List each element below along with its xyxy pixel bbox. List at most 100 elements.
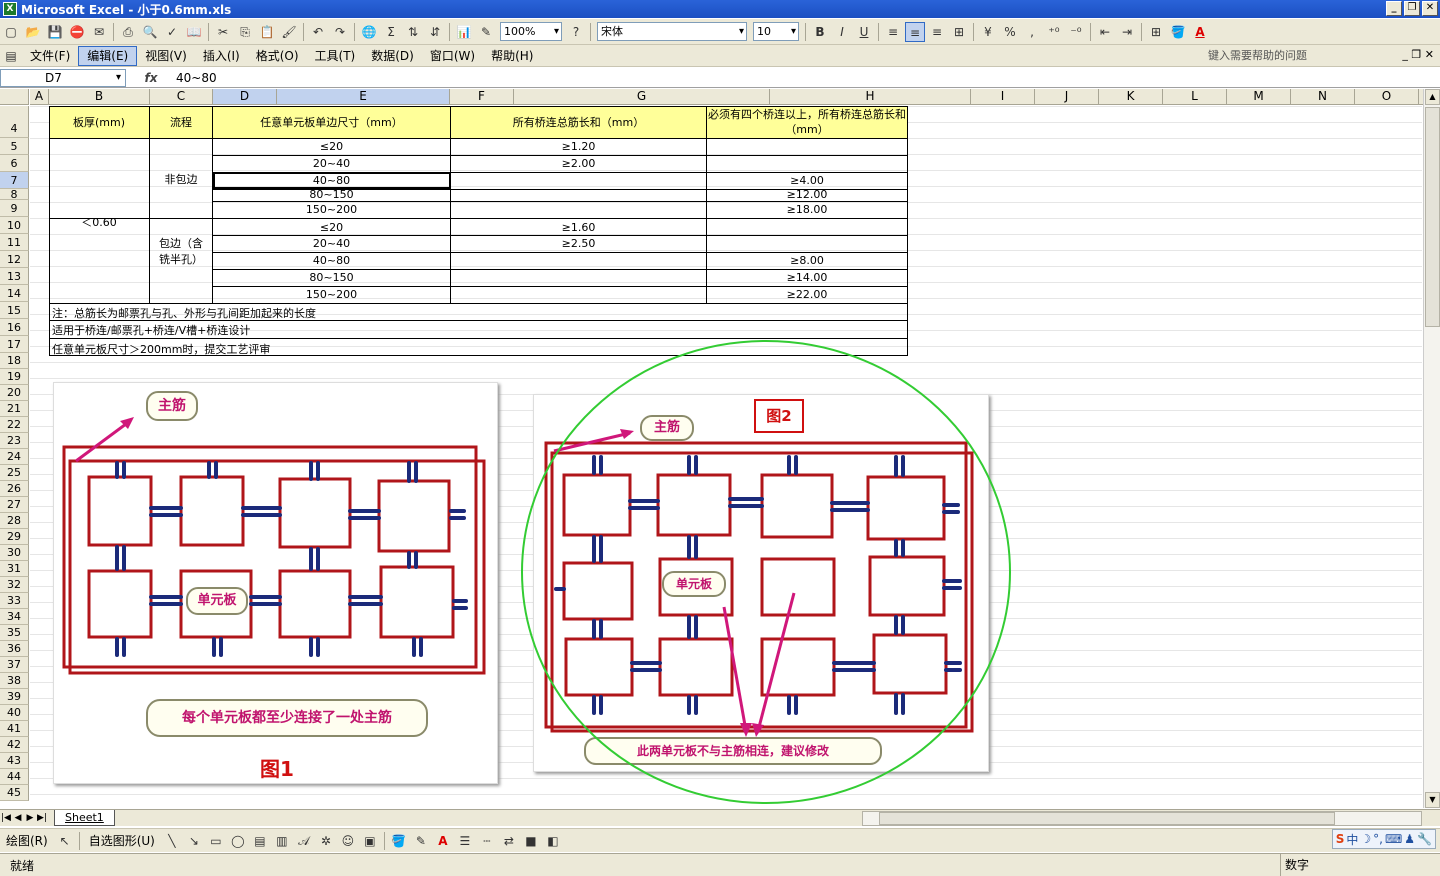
- vertical-textbox-icon[interactable]: ▥: [272, 831, 292, 851]
- italic-button[interactable]: I: [832, 22, 852, 42]
- format-painter-icon[interactable]: 🖌: [279, 22, 299, 42]
- font-color-icon[interactable]: A: [1190, 22, 1210, 42]
- undo-icon[interactable]: ↶: [308, 22, 328, 42]
- picture-icon[interactable]: ▣: [360, 831, 380, 851]
- ime-user-icon[interactable]: ♟: [1404, 832, 1415, 846]
- menu-insert[interactable]: 插入(I): [195, 47, 248, 65]
- row-header-42[interactable]: 42: [0, 737, 29, 753]
- vertical-scrollbar[interactable]: ▲ ▼: [1423, 89, 1440, 808]
- column-header-l[interactable]: L: [1163, 89, 1227, 105]
- autosum-icon[interactable]: Σ: [381, 22, 401, 42]
- horizontal-scrollbar[interactable]: [862, 811, 1422, 826]
- row-header-32[interactable]: 32: [0, 577, 29, 593]
- row-header-30[interactable]: 30: [0, 545, 29, 561]
- ime-logo-icon[interactable]: S: [1336, 832, 1345, 846]
- font-name-select[interactable]: 宋体: [597, 22, 747, 41]
- menu-edit[interactable]: 编辑(E): [78, 45, 138, 66]
- row-header-25[interactable]: 25: [0, 465, 29, 481]
- row-header-12[interactable]: 12: [0, 251, 29, 268]
- arrow-icon[interactable]: ↘: [184, 831, 204, 851]
- permission-icon[interactable]: ⛔: [67, 22, 87, 42]
- row-header-6[interactable]: 6: [0, 155, 29, 172]
- select-all-corner[interactable]: [0, 89, 29, 105]
- formula-input[interactable]: 40~80: [176, 71, 217, 85]
- arrow-style-icon[interactable]: ⇄: [499, 831, 519, 851]
- ime-punct-toggle[interactable]: °,: [1373, 832, 1383, 846]
- line-style-icon[interactable]: ☰: [455, 831, 475, 851]
- rectangle-icon[interactable]: ▭: [206, 831, 226, 851]
- fx-icon[interactable]: fx: [126, 71, 176, 85]
- vertical-scroll-thumb[interactable]: [1425, 107, 1440, 327]
- row-header-33[interactable]: 33: [0, 593, 29, 609]
- menu-tools[interactable]: 工具(T): [307, 47, 364, 65]
- merge-center-icon[interactable]: ⊞: [949, 22, 969, 42]
- currency-icon[interactable]: ¥: [978, 22, 998, 42]
- clipart-icon[interactable]: ☺: [338, 831, 358, 851]
- print-icon[interactable]: ⎙: [118, 22, 138, 42]
- align-center-icon[interactable]: ≡: [905, 21, 925, 42]
- underline-button[interactable]: U: [854, 22, 874, 42]
- column-header-a[interactable]: A: [30, 89, 49, 105]
- scroll-up-arrow[interactable]: ▲: [1425, 89, 1440, 105]
- drawing-icon[interactable]: ✎: [476, 22, 496, 42]
- comma-button[interactable]: ,: [1022, 22, 1042, 42]
- menu-help[interactable]: 帮助(H): [483, 47, 541, 65]
- column-header-c[interactable]: C: [150, 89, 213, 105]
- row-header-31[interactable]: 31: [0, 561, 29, 577]
- row-header-18[interactable]: 18: [0, 353, 29, 369]
- menu-file[interactable]: 文件(F): [22, 47, 78, 65]
- sheet-tab-sheet1[interactable]: Sheet1: [54, 810, 115, 826]
- next-sheet-icon[interactable]: ▶: [24, 813, 36, 823]
- row-header-13[interactable]: 13: [0, 268, 29, 285]
- doc-window-controls[interactable]: _ ❐ ✕: [1402, 48, 1434, 61]
- row-header-16[interactable]: 16: [0, 319, 29, 336]
- zoom-select[interactable]: 100%: [500, 22, 562, 41]
- 3d-icon[interactable]: ◧: [543, 831, 563, 851]
- row-header-36[interactable]: 36: [0, 641, 29, 657]
- minimize-button[interactable]: _: [1386, 1, 1402, 16]
- paste-icon[interactable]: 📋: [257, 22, 277, 42]
- row-header-38[interactable]: 38: [0, 673, 29, 689]
- column-header-b[interactable]: B: [49, 89, 150, 105]
- row-header-22[interactable]: 22: [0, 417, 29, 433]
- cut-icon[interactable]: ✂: [213, 22, 233, 42]
- menu-format[interactable]: 格式(O): [248, 47, 307, 65]
- green-circle-annotation[interactable]: [520, 338, 1016, 808]
- ime-toolbar[interactable]: S 中 ☽ °, ⌨ ♟ 🔧: [1331, 829, 1436, 849]
- first-sheet-icon[interactable]: |◀: [0, 813, 12, 823]
- row-header-34[interactable]: 34: [0, 609, 29, 625]
- column-header-f[interactable]: F: [450, 89, 514, 105]
- research-icon[interactable]: 📖: [184, 22, 204, 42]
- draw-menu-button[interactable]: 绘图(R): [0, 832, 54, 849]
- textbox-icon[interactable]: ▤: [250, 831, 270, 851]
- row-header-29[interactable]: 29: [0, 529, 29, 545]
- ime-settings-icon[interactable]: 🔧: [1417, 832, 1432, 846]
- ime-moon-icon[interactable]: ☽: [1360, 832, 1371, 846]
- oval-icon[interactable]: ◯: [228, 831, 248, 851]
- row-header-43[interactable]: 43: [0, 753, 29, 769]
- row-header-11[interactable]: 11: [0, 234, 29, 251]
- scroll-down-arrow[interactable]: ▼: [1425, 792, 1440, 808]
- row-header-8[interactable]: 8: [0, 189, 29, 200]
- help-icon[interactable]: ?: [566, 22, 586, 42]
- ime-keyboard-icon[interactable]: ⌨: [1385, 832, 1402, 846]
- bold-button[interactable]: B: [810, 22, 830, 42]
- open-icon[interactable]: 📂: [23, 22, 43, 42]
- column-header-e[interactable]: E: [277, 89, 450, 105]
- active-cell-d7[interactable]: [213, 172, 451, 189]
- row-header-39[interactable]: 39: [0, 689, 29, 705]
- percent-button[interactable]: %: [1000, 22, 1020, 42]
- diagram-icon[interactable]: ✲: [316, 831, 336, 851]
- dash-style-icon[interactable]: ┄: [477, 831, 497, 851]
- help-search-input[interactable]: 键入需要帮助的问题: [1204, 47, 1384, 64]
- column-header-d[interactable]: D: [213, 89, 277, 105]
- decrease-indent-icon[interactable]: ⇤: [1095, 22, 1115, 42]
- row-header-10[interactable]: 10: [0, 217, 29, 234]
- print-preview-icon[interactable]: 🔍: [140, 22, 160, 42]
- ime-lang-toggle[interactable]: 中: [1346, 831, 1358, 848]
- menu-window[interactable]: 窗口(W): [422, 47, 483, 65]
- column-header-h[interactable]: H: [770, 89, 971, 105]
- copy-icon[interactable]: ⎘: [235, 22, 255, 42]
- row-header-27[interactable]: 27: [0, 497, 29, 513]
- column-header-i[interactable]: I: [971, 89, 1035, 105]
